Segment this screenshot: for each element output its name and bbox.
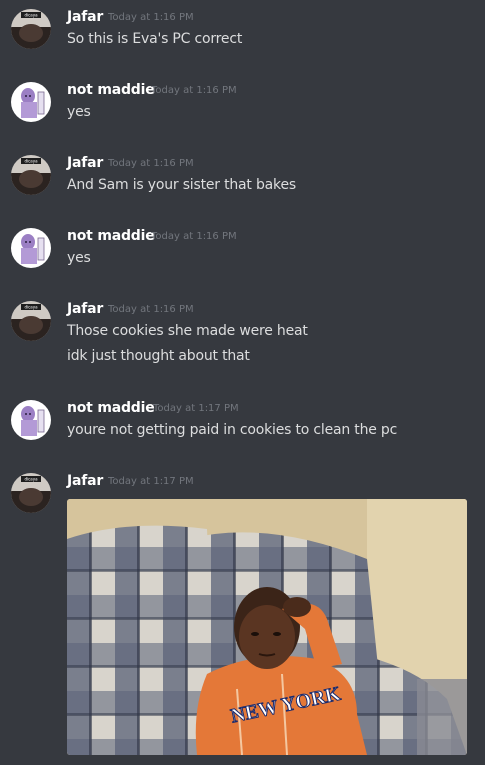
timestamp: Today at 1:16 PM <box>108 158 194 169</box>
timestamp: Today at 1:17 PM <box>153 403 239 414</box>
message-text: And Sam is your sister that bakes <box>67 177 296 193</box>
message-text: yes <box>67 250 91 266</box>
svg-text:dicaya: dicaya <box>24 477 38 482</box>
message-text: idk just thought about that <box>67 348 250 364</box>
author-name[interactable]: not maddie <box>67 228 155 244</box>
avatar-jafar[interactable]: dicaya <box>11 155 51 195</box>
svg-text:dicaya: dicaya <box>24 305 38 310</box>
author-name[interactable]: not maddie <box>67 82 155 98</box>
message-text: youre not getting paid in cookies to cle… <box>67 422 398 438</box>
timestamp: Today at 1:16 PM <box>108 12 194 23</box>
message-text: Those cookies she made were heat <box>67 323 308 339</box>
avatar-jafar[interactable]: dicaya <box>11 473 51 513</box>
avatar-jafar[interactable]: dicaya <box>11 9 51 49</box>
timestamp: Today at 1:16 PM <box>151 85 237 96</box>
gif-embed[interactable]: NEW YORK <box>67 499 467 755</box>
author-name[interactable]: Jafar <box>67 301 103 317</box>
message-text: So this is Eva's PC correct <box>67 31 243 47</box>
avatar-jafar[interactable]: dicaya <box>11 301 51 341</box>
author-name[interactable]: not maddie <box>67 400 155 416</box>
author-name[interactable]: Jafar <box>67 473 103 489</box>
author-name[interactable]: Jafar <box>67 9 103 25</box>
timestamp: Today at 1:16 PM <box>151 231 237 242</box>
avatar-not-maddie[interactable] <box>11 400 51 440</box>
author-name[interactable]: Jafar <box>67 155 103 171</box>
avatar-not-maddie[interactable] <box>11 228 51 268</box>
svg-text:dicaya: dicaya <box>24 159 38 164</box>
avatar-not-maddie[interactable] <box>11 82 51 122</box>
timestamp: Today at 1:17 PM <box>108 476 194 487</box>
message-text: yes <box>67 104 91 120</box>
svg-text:dicaya: dicaya <box>24 13 38 18</box>
timestamp: Today at 1:16 PM <box>108 304 194 315</box>
